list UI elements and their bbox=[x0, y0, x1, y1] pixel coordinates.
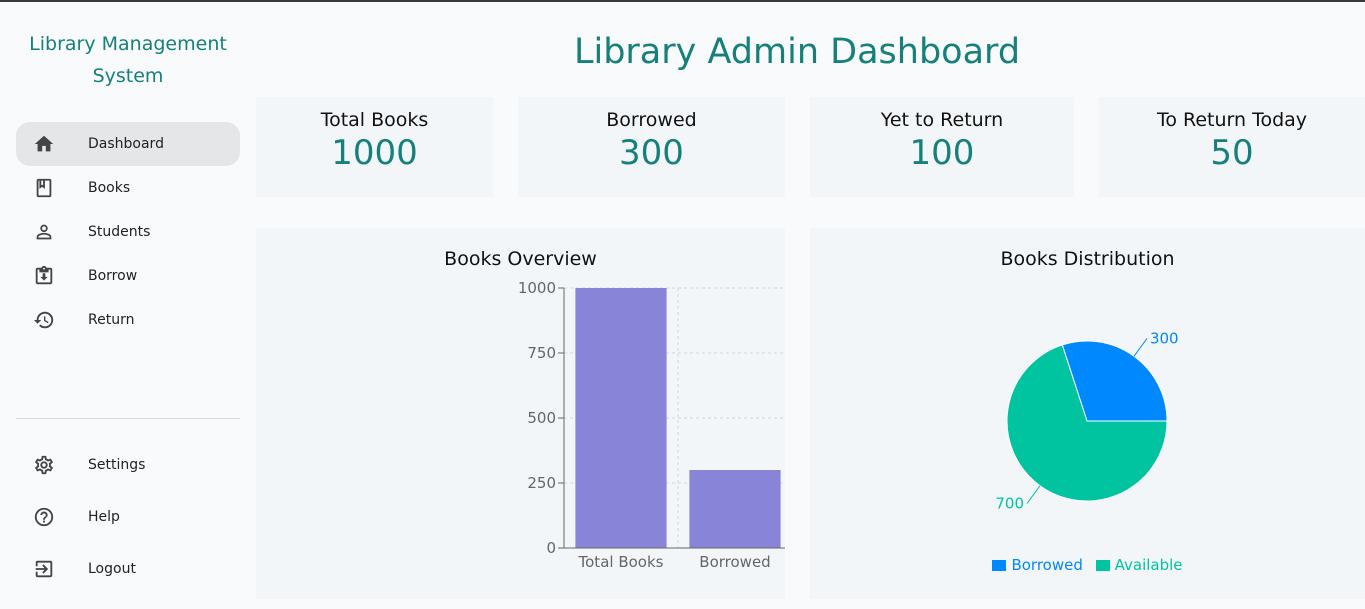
y-tick-label: 1000 bbox=[518, 279, 556, 297]
sidebar-item-label: Return bbox=[88, 312, 135, 328]
stat-value: 1000 bbox=[331, 133, 418, 173]
legend-swatch bbox=[1095, 559, 1110, 571]
sidebar-nav: Dashboard Books Students Borrow Return bbox=[16, 122, 240, 342]
page-title: Library Admin Dashboard bbox=[573, 32, 1021, 72]
app-title-line1: Library Management bbox=[29, 33, 227, 55]
y-tick-label: 750 bbox=[527, 344, 556, 362]
sidebar-item-books[interactable]: Books bbox=[16, 166, 240, 210]
pie-chart: 300 700 bbox=[995, 329, 1179, 513]
sidebar-item-label: Students bbox=[88, 224, 151, 240]
legend-label: Available bbox=[1114, 556, 1183, 574]
gear-icon bbox=[16, 454, 72, 476]
book-icon bbox=[16, 177, 72, 199]
books-distribution-panel: Books Distribution 300 700 Borrowed Avail… bbox=[810, 228, 1365, 599]
x-tick-label: Total Books bbox=[578, 553, 664, 571]
app-title-line2: System bbox=[92, 65, 164, 87]
stat-card-yet-to-return: Yet to Return 100 bbox=[810, 97, 1074, 197]
sidebar-item-borrow[interactable]: Borrow bbox=[16, 254, 240, 298]
stat-value: 300 bbox=[619, 133, 684, 173]
sidebar: Library Management System Dashboard Book… bbox=[0, 2, 256, 609]
stat-value: 100 bbox=[909, 133, 975, 173]
pie-value-label: 700 bbox=[995, 495, 1024, 513]
person-icon bbox=[16, 221, 72, 243]
sidebar-item-label: Logout bbox=[88, 561, 136, 577]
stat-value: 50 bbox=[1210, 133, 1254, 173]
sidebar-item-label: Settings bbox=[88, 457, 146, 473]
legend-item-available[interactable]: Available bbox=[1095, 556, 1183, 574]
home-icon bbox=[16, 133, 72, 155]
download-box-icon bbox=[16, 265, 72, 287]
bar-chart: 02505007501000Total BooksBorrowedTo Retu… bbox=[518, 279, 785, 571]
sidebar-item-label: Help bbox=[88, 509, 120, 525]
sidebar-item-label: Dashboard bbox=[88, 136, 164, 152]
sidebar-item-return[interactable]: Return bbox=[16, 298, 240, 342]
chart-legend: Borrowed Available bbox=[810, 556, 1365, 575]
legend-label: Borrowed bbox=[1011, 556, 1083, 574]
pie-label-line bbox=[1026, 485, 1041, 504]
pie-label-line bbox=[1133, 338, 1148, 357]
stat-card-total-books: Total Books 1000 bbox=[256, 97, 493, 197]
x-tick-label: Borrowed bbox=[699, 553, 770, 571]
sidebar-item-help[interactable]: Help bbox=[16, 491, 240, 543]
sidebar-item-label: Books bbox=[88, 180, 131, 196]
sidebar-item-logout[interactable]: Logout bbox=[16, 543, 240, 595]
stat-label: Yet to Return bbox=[880, 109, 1004, 131]
legend-swatch bbox=[992, 559, 1007, 571]
pie-value-label: 300 bbox=[1150, 329, 1179, 347]
app-title: Library Management System bbox=[0, 28, 256, 92]
sidebar-divider bbox=[16, 418, 240, 419]
sidebar-item-students[interactable]: Students bbox=[16, 210, 240, 254]
books-overview-panel: Books Overview 0 250 500 750 1000 Total Books… bbox=[256, 228, 785, 599]
stat-label: Total Books bbox=[320, 109, 429, 131]
logout-icon bbox=[16, 558, 72, 580]
sidebar-bottom-nav: Settings Help Logout bbox=[16, 439, 240, 595]
stat-label: To Return Today bbox=[1156, 109, 1308, 131]
history-icon bbox=[16, 309, 72, 331]
sidebar-item-label: Borrow bbox=[88, 268, 138, 284]
sidebar-item-settings[interactable]: Settings bbox=[16, 439, 240, 491]
y-tick-label: 250 bbox=[527, 474, 556, 492]
stat-label: Borrowed bbox=[606, 109, 697, 131]
y-tick-label: 500 bbox=[527, 409, 556, 427]
stat-card-to-return-today: To Return Today 50 bbox=[1099, 97, 1365, 197]
bar bbox=[689, 470, 781, 548]
bar bbox=[575, 288, 667, 548]
legend-item-borrowed[interactable]: Borrowed bbox=[992, 556, 1083, 574]
stat-card-borrowed: Borrowed 300 bbox=[518, 97, 785, 197]
sidebar-item-dashboard[interactable]: Dashboard bbox=[16, 122, 240, 166]
y-tick-label: 0 bbox=[546, 539, 556, 557]
help-circle-icon bbox=[16, 506, 72, 528]
